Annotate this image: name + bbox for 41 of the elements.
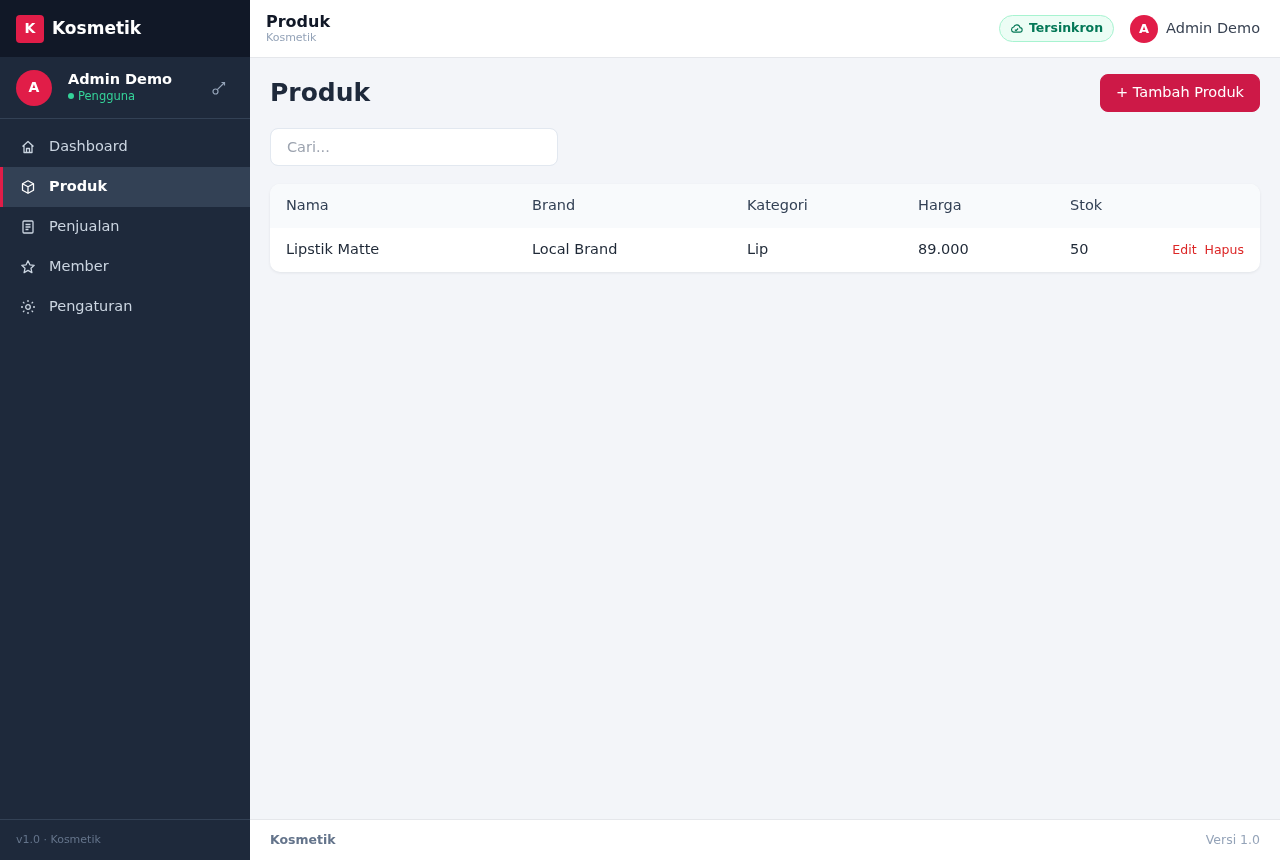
page-title: Produk (270, 77, 371, 108)
avatar[interactable]: A (1130, 14, 1159, 43)
nav-item[interactable]: Penjualan (0, 207, 250, 247)
table-cell: 50 (1054, 227, 1154, 272)
brand-name: Kosmetik (52, 16, 142, 40)
column-header: Harga (902, 183, 1054, 228)
table-cell: Local Brand (516, 227, 731, 272)
page-heading: Produk (266, 11, 331, 31)
footer-version: Versi 1.0 (1205, 830, 1260, 849)
column-header: Stok (1054, 183, 1154, 228)
document-icon (20, 219, 36, 235)
logo: K (16, 14, 44, 43)
column-header: Kategori (731, 183, 902, 228)
column-header: Nama (270, 183, 516, 228)
edit-link[interactable]: Edit (1172, 240, 1197, 260)
nav-item[interactable]: Produk (0, 167, 250, 207)
search-field[interactable]: Cari... (270, 127, 558, 166)
table-cell: Lipstik Matte (270, 227, 516, 272)
footer-brand: Kosmetik (270, 830, 336, 849)
cube-icon (20, 179, 36, 195)
sun-icon (20, 299, 36, 315)
user-name: Admin Demo (68, 71, 173, 89)
status-dot-icon (68, 93, 74, 100)
version-text: v1.0 · Kosmetik (16, 831, 101, 848)
add-product-button[interactable]: + Tambah Produk (1100, 74, 1260, 112)
delete-link[interactable]: Hapus (1204, 240, 1244, 260)
user-name[interactable]: Admin Demo (1166, 17, 1260, 40)
nav-item[interactable]: Dashboard (0, 127, 250, 167)
key-icon[interactable] (212, 80, 226, 95)
user-role: Pengguna (78, 88, 136, 104)
nav-item[interactable]: Pengaturan (0, 287, 250, 327)
avatar: A (16, 69, 52, 106)
column-header: Brand (516, 183, 731, 228)
table-cell: 89.000 (902, 227, 1054, 272)
page-subtitle: Kosmetik (266, 30, 318, 46)
sync-status-badge: Tersinkron (999, 15, 1115, 42)
table-cell: Lip (731, 227, 902, 272)
home-icon (20, 139, 36, 155)
nav-item[interactable]: Member (0, 247, 250, 287)
star-icon (20, 259, 36, 275)
cloud-icon (1010, 22, 1023, 35)
